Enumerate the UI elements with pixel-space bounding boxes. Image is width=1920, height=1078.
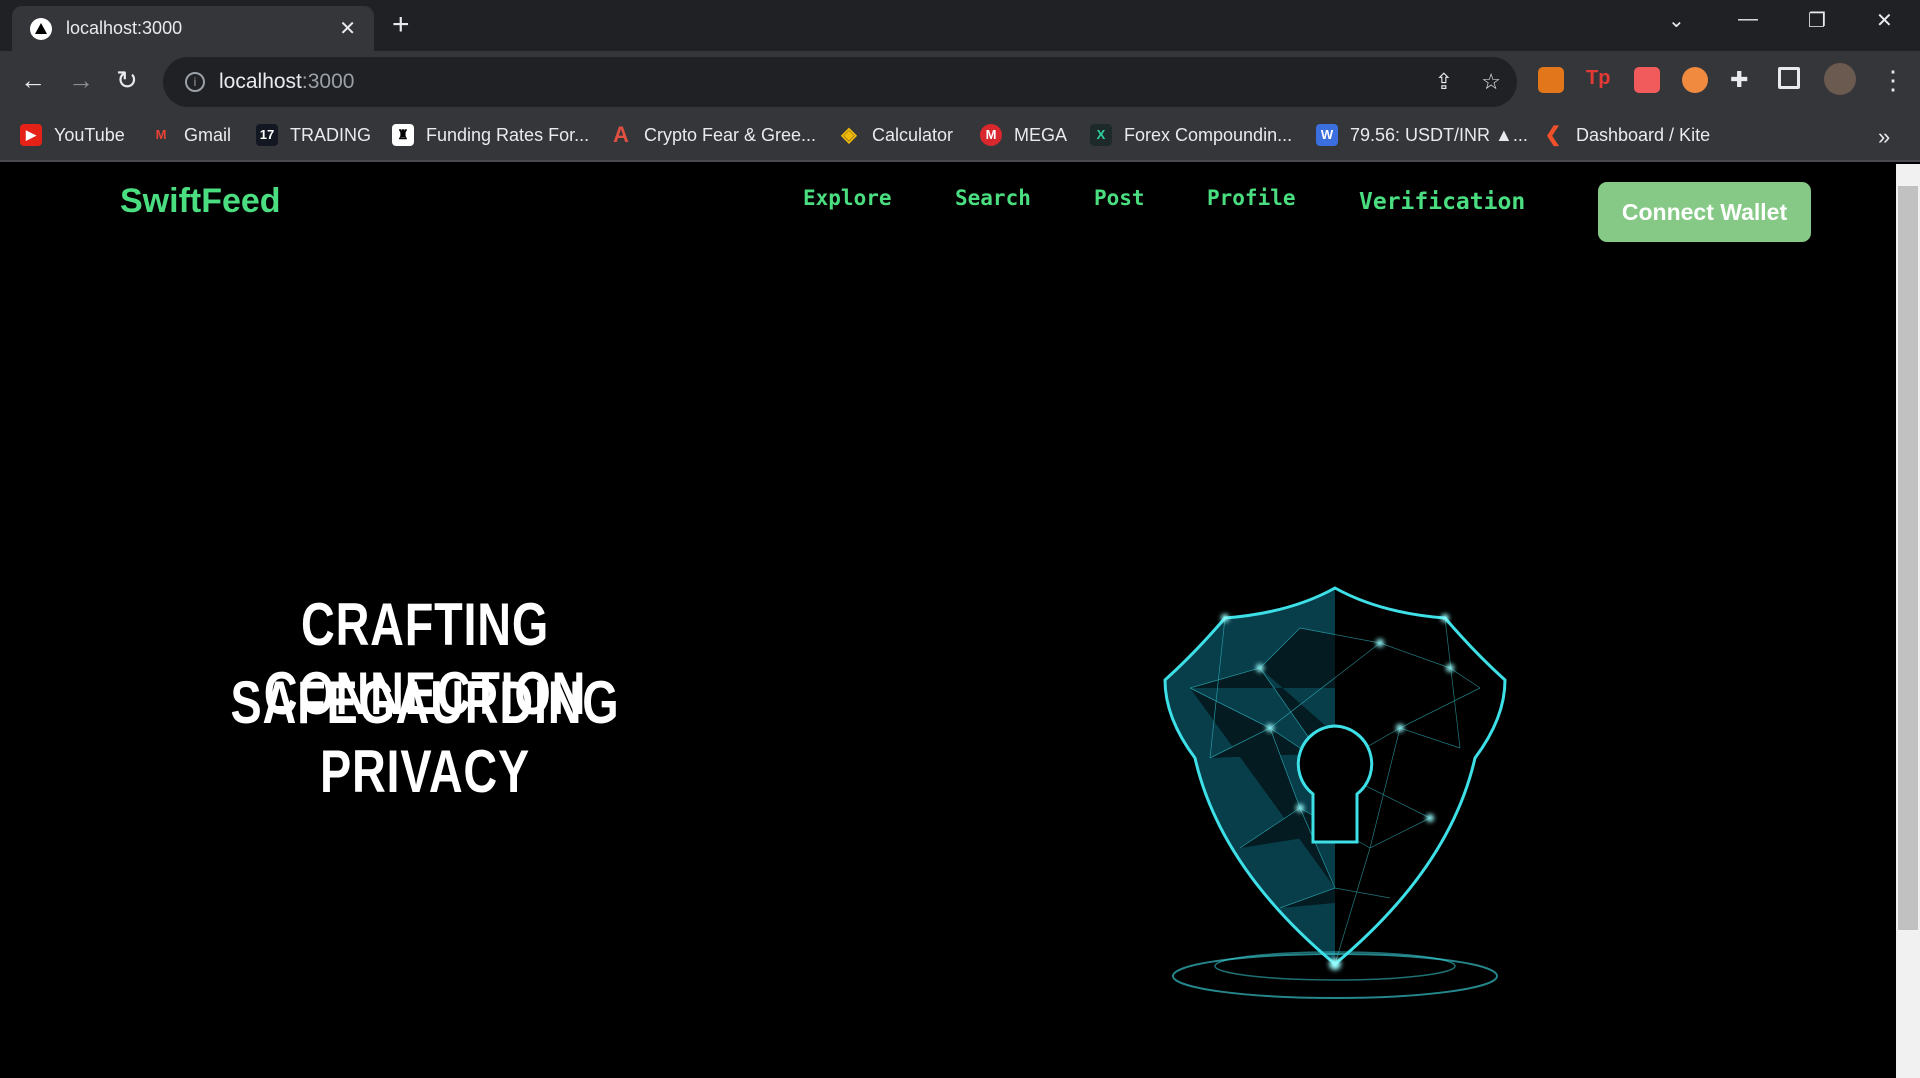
bookmarks-bar: ▶ YouTube M Gmail 17 TRADING ♜ Funding Rates…: [0, 112, 1920, 162]
connect-wallet-button[interactable]: Connect Wallet: [1598, 182, 1811, 242]
menu-kebab-icon[interactable]: ⋮: [1880, 65, 1906, 96]
logo[interactable]: SwiftFeed: [120, 182, 281, 221]
page-content: SwiftFeed Explore Search Post Profile Ve…: [0, 164, 1896, 1078]
nav-profile[interactable]: Profile: [1207, 186, 1296, 210]
extensions-puzzle-icon[interactable]: ✚: [1730, 67, 1756, 93]
bookmark-funding-rates[interactable]: ♜ Funding Rates For...: [392, 124, 589, 146]
youtube-icon: ▶: [20, 124, 42, 146]
forward-icon[interactable]: →: [68, 65, 94, 96]
shield-lock-illustration: [1163, 586, 1507, 999]
bookmark-fear-greed[interactable]: A Crypto Fear & Gree...: [610, 124, 816, 146]
avatar[interactable]: [1824, 63, 1856, 95]
forex-icon: X: [1090, 124, 1112, 146]
bookmark-kite[interactable]: ❮ Dashboard / Kite: [1542, 124, 1710, 146]
wazirx-icon: W: [1316, 124, 1338, 146]
favicon-icon: [30, 17, 52, 40]
toolbar: ← → ↻ i localhost:3000 ⇪ ☆ Tp ✚ ⋮: [0, 51, 1920, 112]
nav-verification[interactable]: Verification: [1359, 189, 1525, 215]
nav-post[interactable]: Post: [1094, 186, 1145, 210]
bookmark-youtube[interactable]: ▶ YouTube: [20, 124, 125, 146]
funding-icon: ♜: [392, 124, 414, 146]
bookmarks-overflow[interactable]: »: [1878, 124, 1890, 150]
bookmark-calculator[interactable]: ◈ Calculator: [838, 124, 953, 146]
hero-line-2: SAFEGAURDING PRIVACY: [230, 669, 620, 805]
tradingview-icon: 17: [256, 124, 278, 146]
minimize-icon[interactable]: —: [1738, 8, 1758, 31]
bookmark-usdt-inr[interactable]: W 79.56: USDT/INR ▲...: [1316, 124, 1528, 146]
back-icon[interactable]: ←: [20, 65, 46, 96]
side-panel-icon[interactable]: [1778, 67, 1800, 89]
binance-icon: ◈: [841, 124, 857, 146]
window-close-icon[interactable]: ✕: [1876, 8, 1893, 33]
bookmark-mega[interactable]: M MEGA: [980, 124, 1067, 146]
kite-icon: ❮: [1544, 124, 1562, 146]
bookmark-forex[interactable]: X Forex Compoundin...: [1090, 124, 1292, 146]
scrollbar-thumb[interactable]: [1898, 186, 1918, 930]
tab-title: localhost:3000: [66, 18, 183, 38]
restore-icon[interactable]: ❐: [1808, 8, 1826, 33]
browser-tab[interactable]: localhost:3000 ✕: [12, 6, 374, 51]
tab-search-icon[interactable]: ⌄: [1668, 8, 1685, 33]
mega-icon: M: [980, 124, 1002, 146]
url-port: :3000: [301, 70, 355, 93]
bookmark-star-icon[interactable]: ☆: [1481, 69, 1501, 95]
bookmark-gmail[interactable]: M Gmail: [150, 124, 231, 146]
p-extension-icon[interactable]: [1634, 67, 1660, 93]
close-tab-icon[interactable]: ✕: [339, 16, 356, 41]
nav-search[interactable]: Search: [955, 186, 1031, 210]
tp-extension-icon[interactable]: Tp: [1586, 67, 1612, 93]
nav-explore[interactable]: Explore: [803, 186, 892, 210]
info-icon[interactable]: i: [185, 72, 205, 92]
new-tab-icon[interactable]: +: [392, 8, 410, 42]
address-bar[interactable]: i localhost:3000 ⇪ ☆: [163, 57, 1517, 107]
metamask-icon[interactable]: [1538, 67, 1564, 93]
alternative-icon: A: [613, 122, 629, 147]
reload-icon[interactable]: ↻: [116, 65, 138, 96]
share-icon[interactable]: ⇪: [1435, 69, 1453, 95]
url-host: localhost: [219, 70, 302, 93]
tab-bar: localhost:3000 ✕ + ⌄ — ❐ ✕: [0, 0, 1920, 51]
shiba-extension-icon[interactable]: [1682, 67, 1708, 93]
gmail-icon: M: [155, 127, 167, 142]
bookmark-trading[interactable]: 17 TRADING: [256, 124, 371, 146]
